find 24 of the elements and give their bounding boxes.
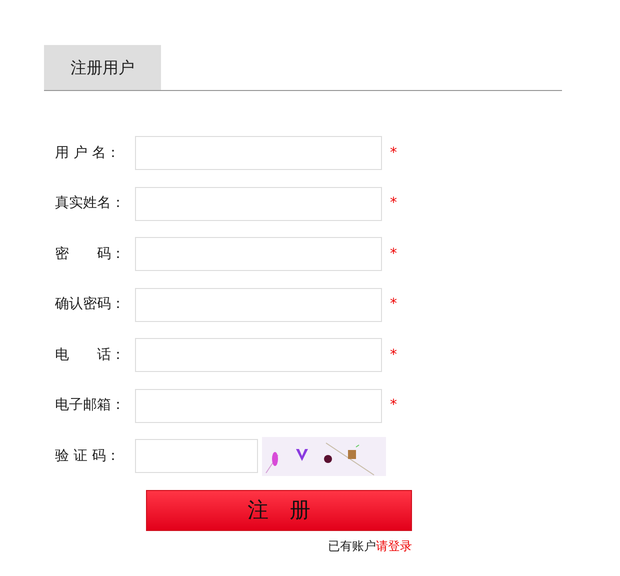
register-button[interactable]: 注 册 [146,490,412,531]
required-mark: * [390,144,397,162]
required-mark: * [390,194,397,213]
input-field[interactable] [135,388,382,422]
required-mark: * [390,346,397,364]
input-field[interactable] [135,439,258,473]
login-link[interactable]: 请登录 [376,539,412,553]
input-field[interactable] [135,136,382,170]
field-label: 用 户 名： [54,144,121,162]
input-field[interactable] [135,338,382,372]
input-field[interactable] [135,288,382,322]
field-label: 电子邮箱： [54,396,126,415]
field-label: 电 话： [54,346,126,364]
tab[interactable]: 注册用户 [44,45,161,90]
required-mark: * [390,396,397,415]
field-label: 密 码： [54,244,126,264]
login-prompt: 已有账户 [328,539,376,553]
required-mark: * [390,244,397,264]
required-mark: * [390,295,397,314]
field-label: 验 证 码： [54,446,121,466]
field-label: 真实姓名： [54,194,126,213]
field-label: 确认密码： [54,295,126,314]
input-field[interactable] [135,237,382,271]
input-field[interactable] [135,186,382,220]
